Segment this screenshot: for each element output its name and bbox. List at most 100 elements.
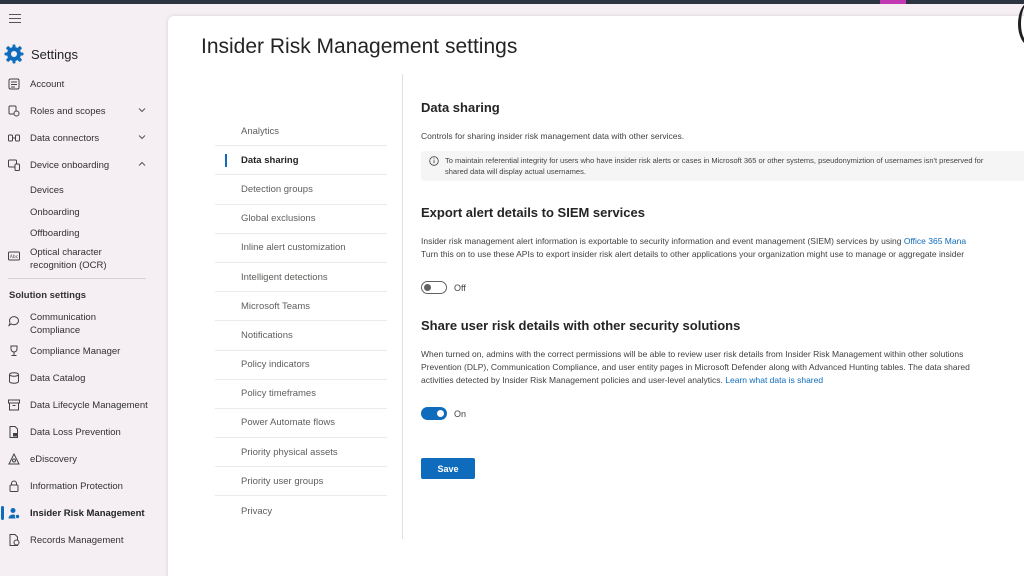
nav-item-communication-compliance[interactable]: Communication Compliance	[0, 311, 152, 337]
connectors-icon	[8, 134, 20, 142]
trophy-icon	[10, 345, 18, 356]
nav-item-label: Device onboarding	[30, 160, 110, 171]
roles-icon	[8, 105, 20, 117]
share-risk-description-line2: Prevention (DLP), Communication Complian…	[421, 362, 970, 372]
siem-toggle-state: Off	[454, 283, 466, 293]
subnav-item-privacy[interactable]: Privacy	[215, 496, 387, 525]
nav-item-label: Compliance Manager	[30, 346, 121, 357]
info-text: To maintain referential integrity for us…	[445, 155, 983, 177]
device-icon	[8, 159, 20, 171]
subnav-item-policy-timeframes[interactable]: Policy timeframes	[215, 380, 387, 409]
siem-description-line2: Turn this on to use these APIs to export…	[421, 249, 965, 259]
nav-item-ocr[interactable]: Abc Optical character recognition (OCR)	[0, 246, 152, 272]
siem-description-text: Insider risk management alert informatio…	[421, 236, 904, 246]
archive-icon	[8, 399, 20, 411]
nav-item-label: Data Lifecycle Management	[30, 400, 148, 411]
nav-item-device-onboarding[interactable]: Device onboarding	[0, 159, 152, 172]
nav-item-label: Records Management	[30, 535, 124, 546]
settings-subnav: Analytics Data sharing Detection groups …	[215, 117, 387, 526]
nav-divider	[8, 278, 146, 279]
share-risk-description-line3: activities detected by Insider Risk Mana…	[421, 374, 823, 387]
nav-item-data-loss-prevention[interactable]: Data Loss Prevention	[0, 426, 152, 439]
ocr-label-line1: Optical character	[30, 247, 102, 258]
ocr-label-line2: recognition (OCR)	[30, 260, 107, 271]
chevron-down-icon[interactable]	[138, 106, 146, 114]
info-text-line1: To maintain referential integrity for us…	[445, 156, 984, 165]
ocr-icon: Abc	[8, 251, 20, 261]
hamburger-menu-icon[interactable]	[9, 14, 21, 24]
nav-sub-offboarding[interactable]: Offboarding	[30, 228, 79, 239]
siem-export-toggle[interactable]	[421, 281, 447, 294]
subnav-item-priority-physical-assets[interactable]: Priority physical assets	[215, 438, 387, 468]
nav-sub-onboarding[interactable]: Onboarding	[30, 207, 80, 218]
lock-icon	[9, 480, 19, 492]
office365-api-link[interactable]: Office 365 Mana	[904, 236, 966, 246]
nav-item-label: Data connectors	[30, 133, 100, 144]
subnav-item-power-automate-flows[interactable]: Power Automate flows	[215, 409, 387, 439]
nav-item-label: eDiscovery	[30, 454, 77, 465]
chat-icon	[8, 316, 19, 327]
subnav-item-intelligent-detections[interactable]: Intelligent detections	[215, 263, 387, 293]
info-message: To maintain referential integrity for us…	[421, 151, 1024, 181]
data-sharing-description: Controls for sharing insider risk manage…	[421, 131, 685, 141]
settings-header: Settings	[4, 44, 78, 64]
toggle-knob	[437, 410, 444, 417]
nav-item-label: Optical character recognition (OCR)	[30, 246, 107, 272]
subnav-item-data-sharing[interactable]: Data sharing	[215, 146, 387, 176]
nav-item-account[interactable]: Account	[0, 78, 152, 91]
catalog-icon	[9, 372, 19, 384]
nav-item-records-management[interactable]: Records Management	[0, 534, 152, 547]
nav-item-data-connectors[interactable]: Data connectors	[0, 132, 152, 145]
nav-item-insider-risk-management[interactable]: Insider Risk Management	[0, 507, 152, 520]
corner-decoration	[1018, 2, 1024, 46]
save-button[interactable]: Save	[421, 458, 475, 479]
nav-item-label: Roles and scopes	[30, 106, 106, 117]
nav-item-label: Information Protection	[30, 481, 123, 492]
top-bar-accent	[880, 0, 906, 4]
subnav-item-global-exclusions[interactable]: Global exclusions	[215, 205, 387, 234]
siem-heading: Export alert details to SIEM services	[421, 205, 645, 220]
page-title: Insider Risk Management settings	[201, 35, 518, 58]
subnav-item-policy-indicators[interactable]: Policy indicators	[215, 351, 387, 380]
subnav-item-notifications[interactable]: Notifications	[215, 321, 387, 351]
nav-item-label: Data Catalog	[30, 373, 86, 384]
subnav-item-priority-user-groups[interactable]: Priority user groups	[215, 467, 387, 497]
records-icon	[9, 534, 20, 546]
nav-item-compliance-manager[interactable]: Compliance Manager	[0, 345, 152, 358]
nav-item-roles-and-scopes[interactable]: Roles and scopes	[0, 105, 152, 118]
siem-description-line1: Insider risk management alert informatio…	[421, 235, 966, 248]
ediscovery-icon	[8, 453, 20, 465]
nav-item-label: Communication Compliance	[30, 311, 96, 337]
subnav-item-inline-alert-customization[interactable]: Inline alert customization	[215, 234, 387, 263]
gear-icon	[4, 44, 24, 64]
nav-item-data-catalog[interactable]: Data Catalog	[0, 372, 152, 385]
subnav-item-microsoft-teams[interactable]: Microsoft Teams	[215, 292, 387, 322]
toggle-knob	[424, 284, 431, 291]
share-risk-toggle-state: On	[454, 409, 467, 419]
svg-text:Abc: Abc	[10, 254, 19, 260]
comm-label-line2: Compliance	[30, 325, 81, 336]
share-risk-heading: Share user risk details with other secur…	[421, 318, 741, 333]
chevron-down-icon[interactable]	[138, 133, 146, 141]
share-risk-description-line1: When turned on, admins with the correct …	[421, 349, 964, 359]
subnav-item-detection-groups[interactable]: Detection groups	[215, 175, 387, 205]
account-icon	[8, 78, 20, 90]
vertical-separator	[402, 74, 403, 539]
solution-settings-header: Solution settings	[9, 290, 87, 301]
nav-sub-devices[interactable]: Devices	[30, 185, 64, 196]
subnav-item-analytics[interactable]: Analytics	[215, 117, 387, 147]
share-risk-text: activities detected by Insider Risk Mana…	[421, 375, 726, 385]
main-panel: Insider Risk Management settings Analyti…	[168, 2, 1024, 576]
left-navigation: Settings Account Roles and scopes Data c…	[0, 4, 160, 576]
share-risk-toggle[interactable]	[421, 407, 447, 420]
chevron-up-icon[interactable]	[138, 160, 146, 168]
info-text-line2: shared data will display actual username…	[445, 167, 586, 176]
learn-what-data-is-shared-link[interactable]: Learn what data is shared	[725, 375, 823, 385]
nav-item-data-lifecycle-management[interactable]: Data Lifecycle Management	[0, 399, 152, 412]
data-sharing-heading: Data sharing	[421, 100, 500, 115]
nav-item-ediscovery[interactable]: eDiscovery	[0, 453, 152, 466]
nav-item-information-protection[interactable]: Information Protection	[0, 480, 152, 493]
settings-title: Settings	[31, 46, 78, 62]
comm-label-line1: Communication	[30, 312, 96, 323]
info-icon	[429, 156, 439, 166]
